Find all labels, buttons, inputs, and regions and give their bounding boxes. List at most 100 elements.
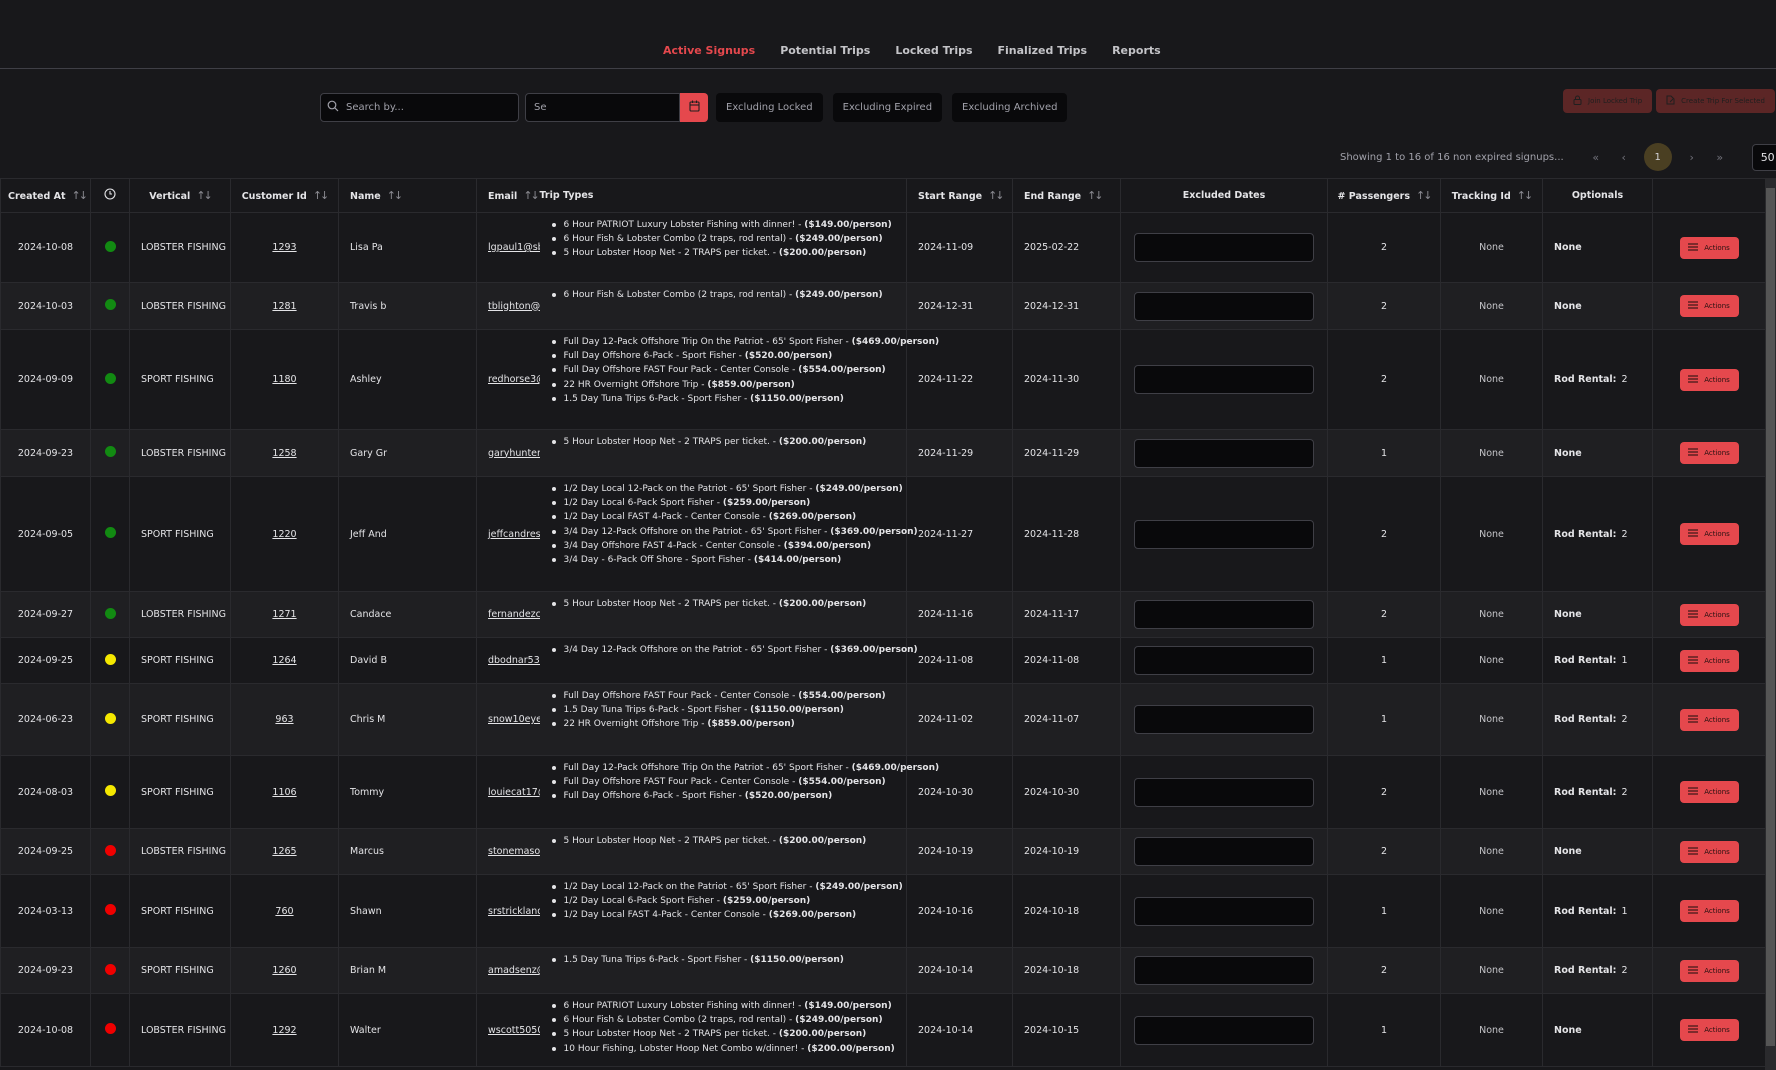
scrollbar-thumb[interactable] [1766,188,1775,1046]
excluded-dates-input[interactable] [1134,233,1314,262]
sort-icon[interactable]: ↑↓ [1517,189,1534,202]
actions-button[interactable]: Actions [1679,523,1739,545]
email-link[interactable]: redhorse3@y [477,374,540,385]
last-page-icon[interactable]: » [1706,151,1734,164]
header-end-range[interactable]: End Range ↑↓ [1012,178,1121,213]
email-link[interactable]: jeffcandress@ [477,529,540,540]
email-link[interactable]: wscott5050@ [477,1025,540,1036]
page-size-select[interactable]: 50 [1751,143,1776,171]
email-link[interactable]: tblighton@ac [477,301,540,312]
sort-icon[interactable]: ↑↓ [387,189,404,202]
join-locked-trip-button[interactable]: Join Locked Trip [1563,89,1653,113]
actions-button[interactable]: Actions [1679,603,1739,626]
customer-id-link[interactable]: 760 [275,906,293,917]
actions-button[interactable]: Actions [1679,781,1739,803]
table-row[interactable]: 2024-09-27 LOBSTER FISHING 1271 Candace fern… [0,591,1766,638]
excluded-dates-input[interactable] [1134,600,1314,629]
customer-id-link[interactable]: 963 [275,714,293,725]
email-link[interactable]: garyhuntergr [477,448,540,459]
tab-locked-trips[interactable]: Locked Trips [895,44,972,57]
actions-button[interactable]: Actions [1679,1019,1739,1041]
email-link[interactable]: srstrickland1( [477,906,540,917]
excluded-dates-input[interactable] [1134,956,1314,985]
customer-id-link[interactable]: 1258 [272,448,296,459]
customer-id-link[interactable]: 1271 [272,609,296,620]
table-row[interactable]: 2024-06-23 SPORT FISHING 963 Chris Msnow10e… [0,683,1766,756]
sort-icon[interactable]: ↑↓ [1087,189,1104,202]
sort-icon[interactable]: ↑↓ [1416,189,1433,202]
tab-reports[interactable]: Reports [1112,44,1161,57]
customer-id-link[interactable]: 1292 [272,1025,296,1036]
actions-button[interactable]: Actions [1679,649,1739,672]
prev-page-icon[interactable]: ‹ [1610,151,1638,164]
sort-icon[interactable]: ↑↓ [313,189,330,202]
customer-id-link[interactable]: 1281 [272,301,296,312]
excluded-dates-input[interactable] [1134,438,1314,468]
excluded-dates-input[interactable] [1134,837,1314,866]
tab-potential-trips[interactable]: Potential Trips [780,44,870,57]
sort-icon[interactable]: ↑↓ [523,189,540,202]
sort-icon[interactable]: ↑↓ [988,189,1005,202]
email-link[interactable]: stonemason2 [477,846,540,857]
customer-id-link[interactable]: 1260 [272,965,296,976]
actions-button[interactable]: Actions [1679,959,1739,982]
excluded-dates-input[interactable] [1134,646,1314,675]
actions-button[interactable]: Actions [1679,295,1739,317]
email-link[interactable]: lgpaul1@sbcg [477,242,540,253]
search-input[interactable]: Search by... [320,93,519,122]
header-created-at[interactable]: Created At ↑↓ [0,178,91,213]
date-range-input[interactable]: Se [525,93,680,122]
excluded-dates-input[interactable] [1134,1015,1314,1045]
next-page-icon[interactable]: › [1678,151,1706,164]
table-row[interactable]: 2024-09-09 SPORT FISHING 1180 Ashley redhors… [0,329,1766,430]
excluded-dates-input[interactable] [1134,519,1314,549]
header-email[interactable]: Email ↑↓ [476,178,540,213]
header-customer-id[interactable]: Customer Id ↑↓ [230,178,339,213]
actions-button[interactable]: Actions [1679,442,1739,464]
header-tracking-id[interactable]: Tracking Id ↑↓ [1440,178,1543,213]
table-row[interactable]: 2024-10-08 LOBSTER FISHING 1293 Lisa Pa lgpa… [0,212,1766,283]
current-page-button[interactable]: 1 [1643,143,1672,171]
email-link[interactable]: amadsenz@y [477,965,540,976]
tab-finalized-trips[interactable]: Finalized Trips [998,44,1088,57]
actions-button[interactable]: Actions [1679,368,1739,391]
actions-button[interactable]: Actions [1679,236,1739,259]
table-row[interactable]: 2024-08-03 SPORT FISHING 1106 Tommy louiecat… [0,755,1766,829]
sort-icon[interactable]: ↑↓ [196,189,213,202]
excluded-dates-input[interactable] [1134,777,1314,807]
excluded-dates-input[interactable] [1134,896,1314,926]
email-link[interactable]: fernandezcan [477,609,540,620]
calendar-button[interactable] [680,93,708,122]
first-page-icon[interactable]: « [1582,151,1610,164]
customer-id-link[interactable]: 1293 [272,242,296,253]
excluding-locked-toggle[interactable]: Excluding Locked [716,93,823,122]
header-start-range[interactable]: Start Range ↑↓ [906,178,1013,213]
customer-id-link[interactable]: 1264 [272,655,296,666]
header-name[interactable]: Name ↑↓ [338,178,477,213]
table-row[interactable]: 2024-09-23 SPORT FISHING 1260 Brian Mamadse… [0,947,1766,994]
actions-button[interactable]: Actions [1679,900,1739,922]
actions-button[interactable]: Actions [1679,840,1739,863]
actions-button[interactable]: Actions [1679,708,1739,731]
excluded-dates-input[interactable] [1134,291,1314,321]
email-link[interactable]: dbodnar53@ [477,655,540,666]
table-row[interactable]: 2024-09-05 SPORT FISHING 1220 Jeff And jeffc… [0,476,1766,592]
table-row[interactable]: 2024-09-25 LOBSTER FISHING 1265 Marcus stone… [0,828,1766,875]
table-row[interactable]: 2024-09-23 LOBSTER FISHING 1258 Gary Gr gary… [0,429,1766,477]
create-trip-for-selected-button[interactable]: Create Trip For Selected [1656,89,1775,113]
vertical-scrollbar[interactable] [1765,178,1776,1070]
header-vertical[interactable]: Vertical ↑↓ [129,178,231,213]
excluded-dates-input[interactable] [1134,705,1314,734]
excluding-archived-toggle[interactable]: Excluding Archived [952,93,1068,122]
sort-icon[interactable]: ↑↓ [72,189,89,202]
customer-id-link[interactable]: 1106 [272,787,296,798]
email-link[interactable]: louiecat17@g [477,787,540,798]
customer-id-link[interactable]: 1265 [272,846,296,857]
customer-id-link[interactable]: 1220 [272,529,296,540]
header-passengers[interactable]: # Passengers ↑↓ [1327,178,1441,213]
table-row[interactable]: 2024-10-03 LOBSTER FISHING 1281 Travis b tbl… [0,282,1766,330]
tab-active-signups[interactable]: Active Signups [663,44,755,57]
excluded-dates-input[interactable] [1134,365,1314,394]
excluding-expired-toggle[interactable]: Excluding Expired [832,93,943,122]
table-row[interactable]: 2024-10-08 LOBSTER FISHING 1292 Walter wscot… [0,993,1766,1067]
